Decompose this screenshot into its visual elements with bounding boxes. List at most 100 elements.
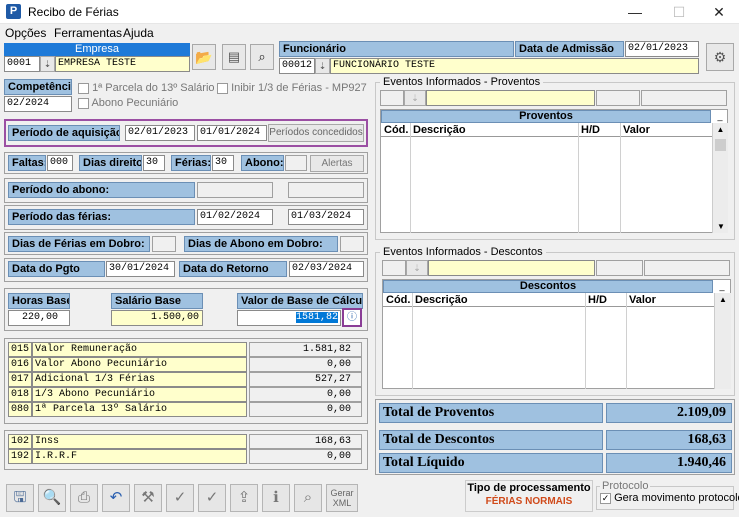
zoom-icon: ⌕ [303, 489, 313, 506]
periodo-ferias-start-field[interactable]: 01/02/2024 [197, 209, 273, 225]
row-value: 0,00 [249, 402, 362, 417]
down-arrow-icon: ⇣ [411, 93, 419, 103]
grid-minimize-button[interactable]: _ [712, 110, 728, 123]
funcionario-code-field[interactable]: 00012 [279, 58, 315, 74]
proventos-scrollbar[interactable]: ▲ ▼ [712, 123, 728, 233]
calc-info-button[interactable]: ⓘ [342, 308, 362, 327]
ferias-field[interactable]: 30 [212, 155, 234, 171]
descontos-scrollbar[interactable]: ▲ [714, 293, 731, 389]
menu-opcoes[interactable]: Opções [5, 26, 46, 40]
aquisicao-end-field[interactable]: 01/01/2024 [197, 125, 267, 141]
col-valor: Valor [623, 124, 650, 136]
abono-dobro-field[interactable] [340, 236, 364, 252]
row-code: 080 [8, 402, 32, 417]
desconto-lookup-button[interactable]: ⇣ [406, 260, 428, 276]
competencia-field[interactable]: 02/2024 [4, 96, 72, 112]
tools-button[interactable]: ⚒ [134, 484, 162, 512]
floppy-icon: 🖫 [13, 489, 27, 506]
provento-desc-field[interactable] [426, 90, 595, 106]
gerar-xml-button[interactable]: Gerar XML [326, 484, 358, 512]
desconto-desc-field[interactable] [428, 260, 595, 276]
search-document-button[interactable]: ⌕ [250, 44, 274, 70]
ferias-dobro-field[interactable] [152, 236, 176, 252]
minimize-button[interactable]: — [617, 2, 653, 22]
provento-valor-field[interactable] [641, 90, 727, 106]
employee-card-icon: ⚙ [713, 49, 727, 65]
magnifier-icon: 🔍 [42, 489, 62, 506]
periodos-concedidos-button[interactable]: Períodos concedidos [268, 124, 364, 142]
total-liquido-label: Total Líquido [379, 453, 603, 473]
print-button[interactable]: ⎙ [70, 484, 98, 512]
grid-minimize-button[interactable]: _ [714, 280, 730, 293]
employee-settings-button[interactable]: ⚙ [706, 43, 734, 71]
abono-checkbox[interactable]: Abono Pecuniário [78, 97, 178, 109]
salario-base-field[interactable]: 1.500,00 [111, 310, 203, 326]
scroll-thumb[interactable] [715, 139, 726, 151]
admissao-field[interactable]: 02/01/2023 [625, 41, 699, 57]
checkbox-box [217, 82, 228, 94]
info-button[interactable]: ℹ [262, 484, 290, 512]
value-row: 015 Valor Remuneração 1.581,82 [8, 342, 362, 358]
value-row: 080 1ª Parcela 13º Salário 0,00 [8, 402, 362, 418]
protocolo-checkbox[interactable]: ✓ Gera movimento protocolo [600, 492, 739, 504]
confirm-button[interactable]: ✓ [166, 484, 194, 512]
search-button[interactable]: 🔍 [38, 484, 66, 512]
descontos-header-row: Cód. Descrição H/D Valor [383, 293, 714, 307]
data-retorno-label: Data do Retorno [179, 261, 287, 277]
empresa-lookup-button[interactable]: ⇣ [40, 56, 55, 72]
funcionario-name-field[interactable]: FUNCIONÁRIO TESTE [330, 58, 699, 74]
base-calculo-field[interactable]: 1581,82 [237, 310, 341, 326]
check-icon: ✓ [173, 489, 187, 506]
periodo-abono-start-field[interactable] [197, 182, 273, 198]
faltas-field[interactable]: 000 [47, 155, 73, 171]
open-folder-button[interactable]: 📂 [192, 44, 216, 70]
col-valor: Valor [629, 294, 656, 306]
down-arrow-icon: ⇣ [413, 263, 421, 273]
preview-button[interactable]: ⌕ [294, 484, 322, 512]
provento-hd-field[interactable] [596, 90, 640, 106]
col-cod: Cód. [386, 294, 411, 306]
undo-icon: ↶ [109, 489, 123, 506]
report-button[interactable]: ▤ [222, 44, 246, 70]
desconto-valor-field[interactable] [644, 260, 730, 276]
descontos-grid[interactable]: Descontos _ Cód. Descrição H/D Valor ▲ [382, 279, 731, 389]
save-button[interactable]: 🖫 [6, 484, 34, 512]
row-code: 192 [8, 449, 32, 464]
confirm-all-button[interactable]: ✓ [198, 484, 226, 512]
maximize-button[interactable]: ☐ [661, 2, 697, 22]
data-pgto-field[interactable]: 30/01/2024 [106, 261, 175, 277]
abono-dias-field[interactable] [285, 155, 307, 171]
desconto-code-field[interactable] [382, 260, 406, 276]
scroll-down-icon[interactable]: ▼ [713, 222, 729, 231]
parcela13-checkbox[interactable]: 1ª Parcela do 13º Salário [78, 82, 215, 94]
abono-label: Abono Pecuniário [91, 97, 179, 109]
periodo-ferias-end-field[interactable]: 01/03/2024 [288, 209, 364, 225]
undo-button[interactable]: ↶ [102, 484, 130, 512]
proventos-grid[interactable]: Proventos _ Cód. Descrição H/D Valor ▲ ▼ [380, 109, 728, 233]
aquisicao-start-field[interactable]: 02/01/2023 [125, 125, 195, 141]
close-button[interactable]: ✕ [701, 2, 737, 22]
menu-ajuda[interactable]: Ajuda [123, 26, 154, 40]
row-description: 1ª Parcela 13º Salário [32, 402, 247, 417]
row-value: 0,00 [249, 449, 362, 464]
export-button[interactable]: ⇪ [230, 484, 258, 512]
data-retorno-field[interactable]: 02/03/2024 [289, 261, 364, 277]
empresa-code-field[interactable]: 0001 [4, 56, 40, 72]
funcionario-lookup-button[interactable]: ⇣ [315, 58, 330, 74]
scroll-up-icon[interactable]: ▲ [713, 125, 728, 134]
app-icon: P [6, 4, 21, 19]
down-arrow-icon: ⇣ [43, 59, 52, 69]
empresa-header: Empresa [4, 43, 190, 56]
provento-code-field[interactable] [380, 90, 404, 106]
dias-direito-field[interactable]: 30 [143, 155, 165, 171]
horas-base-field[interactable]: 220,00 [8, 310, 70, 326]
menu-ferramentas[interactable]: Ferramentas [54, 26, 122, 40]
provento-lookup-button[interactable]: ⇣ [404, 90, 426, 106]
desconto-hd-field[interactable] [596, 260, 643, 276]
periodo-abono-end-field[interactable] [288, 182, 364, 198]
scroll-up-icon[interactable]: ▲ [715, 295, 731, 304]
empresa-name-field[interactable]: EMPRESA TESTE [55, 56, 190, 72]
alertas-button[interactable]: Alertas [310, 155, 364, 172]
row-value: 168,63 [249, 434, 362, 449]
inibir-checkbox[interactable]: Inibir 1/3 de Férias - MP927 [217, 82, 367, 94]
